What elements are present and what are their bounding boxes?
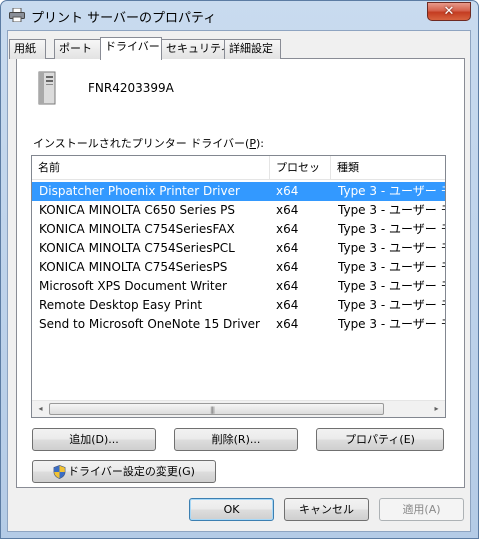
table-cell-name: Dispatcher Phoenix Printer Driver	[39, 184, 240, 198]
server-name: FNR4203399A	[88, 81, 174, 95]
ok-button[interactable]: OK	[189, 498, 274, 521]
tab-security[interactable]: セキュリティ	[161, 39, 231, 59]
properties-button[interactable]: プロパティ(E)	[316, 428, 444, 451]
tab-advanced[interactable]: 詳細設定	[224, 39, 281, 59]
table-cell-type: Type 3 - ユーザー モ	[338, 203, 446, 217]
table-cell-processor: x64	[276, 203, 299, 217]
table-cell-name: KONICA MINOLTA C650 Series PS	[39, 203, 236, 217]
table-cell-type: Type 3 - ユーザー モ	[338, 260, 446, 274]
table-cell-processor: x64	[276, 317, 299, 331]
table-cell-type: Type 3 - ユーザー モ	[338, 184, 446, 198]
table-cell-type: Type 3 - ユーザー モ	[338, 298, 446, 312]
table-cell-name: KONICA MINOLTA C754SeriesFAX	[39, 222, 235, 236]
table-cell-processor: x64	[276, 222, 299, 236]
table-cell-type: Type 3 - ユーザー モ	[338, 222, 446, 236]
table-row[interactable]: KONICA MINOLTA C754SeriesPS x64 Type 3 - ユ…	[32, 258, 445, 277]
table-row[interactable]: Dispatcher Phoenix Printer Driver x64 Type…	[32, 182, 445, 201]
change-driver-settings-label: ドライバー設定の変更(G)	[68, 465, 195, 478]
table-cell-name: KONICA MINOLTA C754SeriesPS	[39, 260, 228, 274]
table-row[interactable]: Remote Desktop Easy Print x64 Type 3 - ユーザ…	[32, 296, 445, 315]
column-header-type[interactable]: 種類	[331, 156, 445, 180]
change-driver-settings-button[interactable]: ドライバー設定の変更(G)	[32, 460, 216, 483]
scrollbar-thumb[interactable]: |||	[49, 403, 384, 415]
table-cell-processor: x64	[276, 241, 299, 255]
tab-drivers[interactable]: ドライバー	[100, 37, 162, 60]
printer-icon	[9, 8, 25, 22]
installed-drivers-label: インストールされたプリンター ドライバー(P):	[33, 137, 264, 150]
table-cell-type: Type 3 - ユーザー モ	[338, 279, 446, 293]
server-icon	[38, 71, 56, 105]
tab-ports[interactable]: ポート	[54, 39, 101, 59]
table-row[interactable]: KONICA MINOLTA C754SeriesFAX x64 Type 3 - …	[32, 220, 445, 239]
table-cell-name: Send to Microsoft OneNote 15 Driver	[39, 317, 260, 331]
table-row[interactable]: KONICA MINOLTA C754SeriesPCL x64 Type 3 - …	[32, 239, 445, 258]
table-cell-processor: x64	[276, 298, 299, 312]
close-button[interactable]: ✕	[427, 2, 471, 21]
table-cell-type: Type 3 - ユーザー モ	[338, 241, 446, 255]
table-cell-name: KONICA MINOLTA C754SeriesPCL	[39, 241, 235, 255]
column-header-processor[interactable]: プロセッサ	[270, 156, 331, 198]
uac-shield-icon	[53, 465, 66, 479]
table-row[interactable]: KONICA MINOLTA C650 Series PS x64 Type 3 -…	[32, 201, 445, 220]
table-row[interactable]: Microsoft XPS Document Writer x64 Type 3 -…	[32, 277, 445, 296]
table-row[interactable]: Send to Microsoft OneNote 15 Driver x64 Ty…	[32, 315, 445, 334]
window-title: プリント サーバーのプロパティ	[31, 11, 217, 26]
table-cell-name: Remote Desktop Easy Print	[39, 298, 203, 312]
cancel-button[interactable]: キャンセル	[284, 498, 369, 521]
scrollbar-grip-icon: |||	[210, 406, 215, 414]
apply-button[interactable]: 適用(A)	[379, 498, 464, 521]
tab-paper[interactable]: 用紙	[9, 39, 46, 59]
table-cell-type: Type 3 - ユーザー モ	[338, 317, 446, 331]
title-bar[interactable]: プリント サーバーのプロパティ ✕	[1, 1, 478, 31]
close-icon: ✕	[443, 4, 455, 19]
remove-button[interactable]: 削除(R)...	[174, 428, 298, 451]
drivers-list[interactable]: 名前 プロセッサ 種類 Dispatcher Phoenix Printer D…	[31, 155, 446, 418]
table-cell-name: Microsoft XPS Document Writer	[39, 279, 227, 293]
add-button[interactable]: 追加(D)...	[32, 428, 156, 451]
scroll-right-icon[interactable]: ▸	[428, 401, 445, 417]
table-cell-processor: x64	[276, 184, 299, 198]
scroll-left-icon[interactable]: ◂	[32, 401, 49, 417]
horizontal-scrollbar[interactable]: ◂ ||| ▸	[32, 400, 445, 417]
table-cell-processor: x64	[276, 260, 299, 274]
drivers-list-header: 名前 プロセッサ 種類	[32, 156, 445, 198]
table-cell-processor: x64	[276, 279, 299, 293]
column-header-name[interactable]: 名前	[32, 156, 270, 180]
